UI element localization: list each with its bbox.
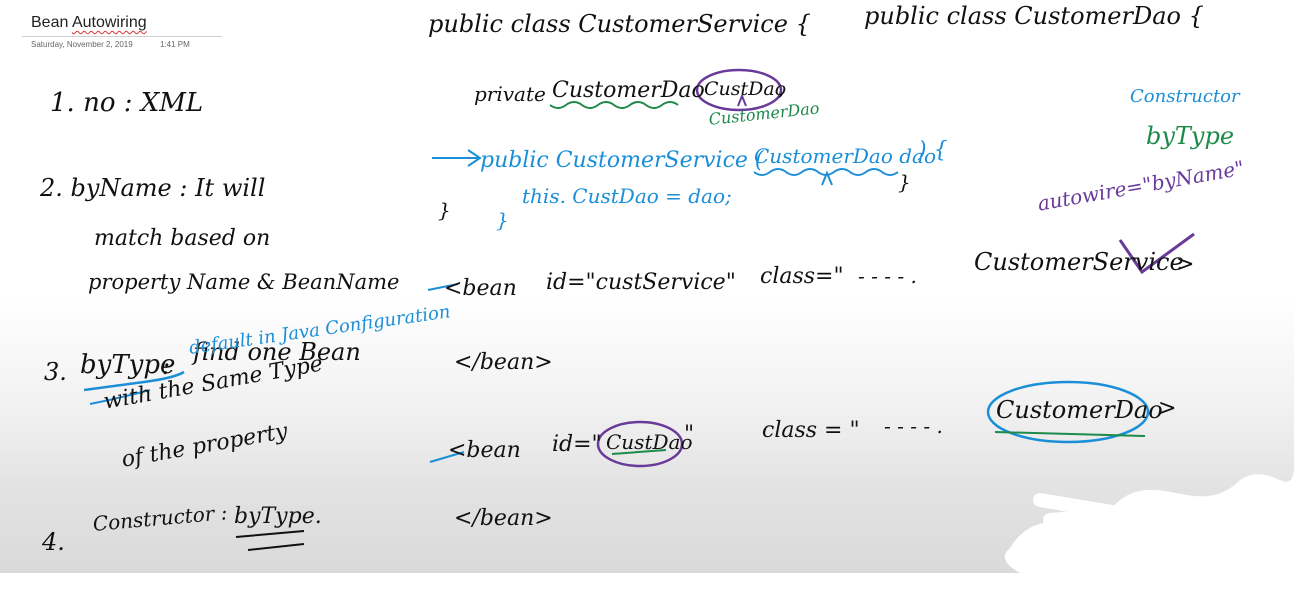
constructor-signature-end: ) { [918, 138, 948, 163]
bean2-class-name: CustomerDao [996, 396, 1163, 424]
dao-class-close-brace: } [898, 170, 911, 194]
class-close-brace: } [438, 198, 451, 222]
field-type: CustomerDao [552, 78, 705, 103]
note-item-4-value: byType. [234, 504, 322, 529]
bean1-package-dots: - - - - . [858, 264, 917, 288]
bean1-open-tag: <bean [444, 276, 517, 301]
note-item-1: 1. no : XML [50, 88, 204, 118]
note-canvas[interactable]: Bean Autowiring Saturday, November 2, 20… [0, 0, 1294, 573]
screen: Bean Autowiring Saturday, November 2, 20… [0, 0, 1302, 604]
note-item-2-line-2: match based on [94, 226, 271, 251]
class-customer-dao-declaration: public class CustomerDao { [864, 2, 1204, 30]
private-keyword: private [474, 82, 546, 106]
blue-arrow-ctor [432, 149, 482, 167]
field-name: CustDao [704, 78, 787, 100]
bean1-close-tag: </bean> [454, 350, 553, 375]
annotation-by-type: byType [1146, 122, 1235, 150]
bean1-class-attr: class=" [760, 264, 844, 289]
constructor-signature-start: public CustomerService ( [480, 148, 764, 173]
constructor-parameter: CustomerDao dao [754, 144, 937, 168]
constructor-close-brace: } [496, 208, 509, 232]
bean2-close-tag: </bean> [454, 506, 553, 531]
bean2-package-dots: - - - - . [884, 414, 943, 438]
bean2-id-suffix: " [684, 422, 695, 447]
note-item-4-number: 4. [42, 528, 65, 556]
bean1-id: id="custService" [546, 270, 736, 295]
underline-bytype-item4 [235, 530, 305, 551]
bean2-tag-end: > [1158, 396, 1177, 421]
class-customer-service-declaration: public class CustomerService { [428, 10, 811, 38]
bean2-class-attr: class = " [762, 418, 860, 443]
bean2-id-value: CustDao [606, 430, 693, 454]
field-comma: , [778, 76, 785, 101]
note-item-2-line-1: 2. byName : It will [40, 174, 266, 202]
bean1-tag-end: > [1176, 252, 1195, 277]
bean2-open-tag: <bean [448, 438, 521, 463]
note-item-3-colon: : [162, 352, 171, 380]
bean1-class-name: CustomerService [974, 248, 1184, 276]
annotation-constructor: Constructor [1130, 86, 1240, 107]
note-item-3-number: 3. [44, 358, 67, 386]
note-item-2-line-3: property Name & BeanName [88, 270, 400, 294]
bean2-id-prefix: id=" [552, 432, 602, 457]
constructor-body: this. CustDao = dao; [522, 184, 732, 208]
